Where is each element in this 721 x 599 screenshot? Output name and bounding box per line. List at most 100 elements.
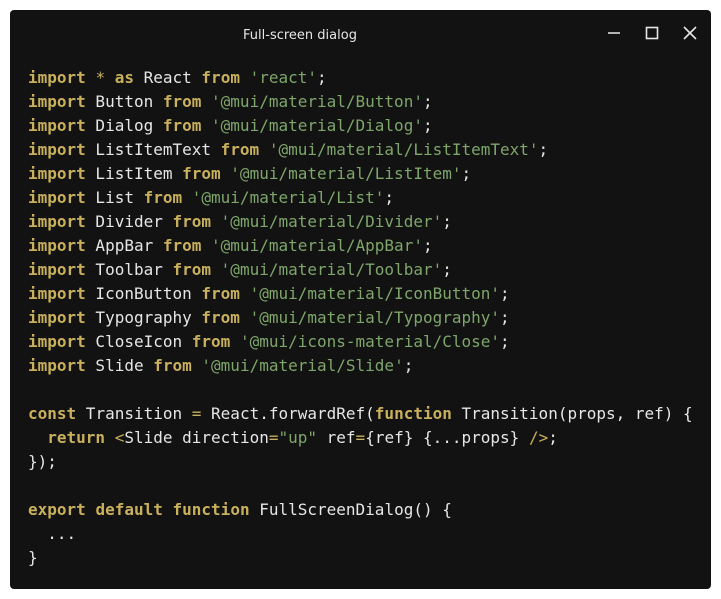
code-token: Divider: [85, 212, 173, 231]
code-token: '@mui/material/Typography': [249, 308, 501, 327]
code-token: ...: [28, 524, 77, 543]
code-line: }: [28, 546, 693, 570]
code-token: "up": [278, 428, 318, 447]
code-token: CloseIcon: [85, 332, 192, 351]
minimize-icon[interactable]: [605, 24, 623, 42]
code-token: function: [172, 500, 250, 519]
close-icon[interactable]: [681, 24, 699, 42]
code-token: ;: [461, 164, 472, 183]
code-token: ;: [442, 260, 452, 279]
code-token: from: [153, 356, 192, 375]
code-token: IconButton: [85, 284, 202, 303]
code-line: import AppBar from '@mui/material/AppBar…: [28, 234, 693, 258]
code-token: =: [191, 404, 202, 423]
code-token: import: [28, 92, 86, 111]
code-token: Toolbar: [85, 260, 173, 279]
code-token: '@mui/material/List': [191, 188, 385, 207]
code-token: Dialog: [85, 116, 163, 135]
code-token: from: [162, 236, 202, 255]
code-token: }: [28, 548, 38, 567]
code-token: ;: [317, 68, 327, 87]
code-token: FullScreenDialog() {: [249, 500, 452, 519]
code-token: ref: [317, 428, 356, 447]
code-token: import: [28, 260, 86, 279]
window-controls: [605, 24, 699, 42]
code-token: '@mui/material/ListItemText': [268, 140, 539, 159]
code-line: import Toolbar from '@mui/material/Toolb…: [28, 258, 693, 282]
code-token: '@mui/icons-material/Close': [239, 332, 501, 351]
code-line: return <Slide direction="up" ref={ref} {…: [28, 426, 693, 450]
code-token: import: [28, 164, 86, 183]
dialog-window: Full-screen dialog import * as React fro…: [10, 10, 711, 589]
code-token: =: [355, 428, 366, 447]
code-token: import: [28, 212, 86, 231]
code-token: Slide direction: [124, 428, 269, 447]
code-token: function: [374, 404, 452, 423]
code-token: import: [28, 236, 86, 255]
code-line: import ListItemText from '@mui/material/…: [28, 138, 693, 162]
code-token: '@mui/material/IconButton': [249, 284, 501, 303]
code-token: ;: [422, 236, 433, 255]
code-token: Typography: [85, 308, 202, 327]
code-line: ...: [28, 522, 693, 546]
code-token: Button: [85, 92, 163, 111]
code-token: '@mui/material/ListItem': [230, 164, 462, 183]
code-token: from: [182, 164, 221, 183]
code-token: export: [28, 500, 86, 519]
code-token: from: [220, 140, 260, 159]
window-title: Full-screen dialog: [243, 28, 357, 43]
maximize-icon[interactable]: [643, 24, 661, 42]
code-token: ;: [500, 284, 510, 303]
code-token: return: [47, 428, 106, 447]
code-token: default: [95, 500, 163, 519]
code-token: ;: [422, 92, 433, 111]
code-token: AppBar: [85, 236, 163, 255]
code-token: import: [28, 68, 86, 87]
code-line: import Typography from '@mui/material/Ty…: [28, 306, 693, 330]
code-line: import IconButton from '@mui/material/Ic…: [28, 282, 693, 306]
code-token: ListItemText: [85, 140, 221, 159]
code-token: from: [143, 188, 183, 207]
code-token: ListItem: [85, 164, 183, 183]
code-token: '@mui/material/Dialog': [211, 116, 423, 135]
code-token: ;: [422, 116, 433, 135]
code-token: import: [28, 188, 86, 207]
code-token: '@mui/material/Button': [211, 92, 423, 111]
code-token: from: [201, 68, 240, 87]
code-token: as: [114, 68, 134, 87]
code-token: from: [191, 332, 231, 351]
code-token: from: [162, 92, 202, 111]
code-token: });: [28, 452, 57, 471]
code-line: import Button from '@mui/material/Button…: [28, 90, 693, 114]
code-line: import ListItem from '@mui/material/List…: [28, 162, 693, 186]
code-token: React.forwardRef(: [201, 404, 375, 423]
code-token: import: [28, 140, 86, 159]
code-token: ;: [538, 140, 549, 159]
code-editor: import * as React from 'react'; import Bu…: [28, 66, 693, 570]
code-line: import CloseIcon from '@mui/icons-materi…: [28, 330, 693, 354]
code-token: '@mui/material/Slide': [201, 356, 404, 375]
code-token: ;: [500, 308, 510, 327]
code-token: '@mui/material/Divider': [220, 212, 443, 231]
code-line: import List from '@mui/material/List';: [28, 186, 693, 210]
code-token: '@mui/material/AppBar': [211, 236, 423, 255]
code-token: Slide: [85, 356, 154, 375]
code-token: List: [85, 188, 144, 207]
code-token: import: [28, 116, 86, 135]
code-token: 'react': [249, 68, 318, 87]
